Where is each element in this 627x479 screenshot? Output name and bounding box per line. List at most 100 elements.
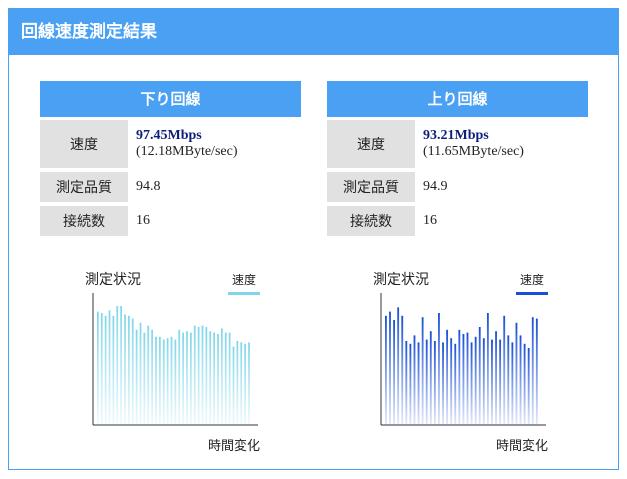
chart-bar <box>482 338 485 425</box>
chart-bar <box>108 310 111 425</box>
chart-bar <box>429 331 432 425</box>
chart-bar <box>417 342 420 425</box>
chart-bar <box>397 307 400 425</box>
chart-bar <box>454 343 457 425</box>
chart-bar <box>186 331 188 425</box>
upload-stats-table: 速度 93.21Mbps (11.65MByte/sec) 測定品質 94.9 … <box>327 116 588 240</box>
chart-bar <box>409 343 412 425</box>
chart-bar <box>170 336 173 425</box>
chart-bar <box>228 332 231 425</box>
chart-bar <box>120 306 122 425</box>
chart-bar <box>244 343 246 425</box>
download-stats-table: 速度 97.45Mbps (12.18MByte/sec) 測定品質 94.8 … <box>40 116 301 240</box>
speed-mbyte: (12.18MByte/sec) <box>136 144 238 159</box>
chart-bar <box>511 342 514 425</box>
quality-label: 測定品質 <box>327 172 415 202</box>
upload-bar-plot <box>380 293 546 426</box>
connections-value: 16 <box>136 213 150 228</box>
table-row: 速度 93.21Mbps (11.65MByte/sec) <box>327 120 588 168</box>
quality-label: 測定品質 <box>40 172 128 202</box>
table-row: 測定品質 94.8 <box>40 172 301 202</box>
result-panel: 回線速度測定結果 下り回線 速度 97.45Mbps (12.18MByte/s… <box>8 8 619 470</box>
connections-value: 16 <box>423 213 437 228</box>
chart-bar <box>213 332 215 425</box>
legend-label: 速度 <box>519 273 544 287</box>
chart-bar <box>162 339 165 425</box>
chart-bar <box>470 342 473 425</box>
download-section: 下り回線 速度 97.45Mbps (12.18MByte/sec) 測定品質 … <box>40 81 301 240</box>
chart-bar <box>486 313 489 425</box>
chart-bar <box>100 313 103 425</box>
chart-bar <box>495 331 497 425</box>
chart-bar <box>446 329 449 425</box>
chart-bar <box>240 342 243 425</box>
chart-legend: 速度 <box>516 271 548 295</box>
chart-bar <box>151 329 153 425</box>
chart-bar <box>478 327 481 425</box>
chart-bar <box>112 315 115 425</box>
chart-bar <box>248 342 250 425</box>
chart-bar <box>104 315 107 425</box>
table-row: 接続数 16 <box>327 206 588 236</box>
chart-bar <box>201 325 204 425</box>
chart-bar <box>97 311 99 425</box>
chart-bar <box>139 322 142 425</box>
chart-bar <box>405 341 408 425</box>
chart-bar <box>413 335 416 425</box>
chart-bar <box>523 343 526 425</box>
speed-mbyte: (11.65MByte/sec) <box>423 144 524 159</box>
chart-bar <box>221 328 223 425</box>
chart-bar <box>503 315 506 425</box>
speed-mbps: 93.21Mbps <box>423 128 489 143</box>
chart-bar <box>224 332 227 425</box>
x-axis-label: 時間変化 <box>495 439 548 454</box>
chart-bar <box>128 315 130 425</box>
quality-value: 94.9 <box>423 179 448 194</box>
chart-bar <box>462 334 465 425</box>
chart-bar <box>519 335 522 425</box>
chart-bar <box>491 339 493 425</box>
chart-bar <box>535 318 538 425</box>
table-row: 接続数 16 <box>40 206 301 236</box>
chart-bar <box>450 338 453 425</box>
chart-bar <box>166 338 169 425</box>
chart-bar <box>143 332 146 425</box>
chart-bar <box>205 327 208 425</box>
table-row: 測定品質 94.9 <box>327 172 588 202</box>
speed-label: 速度 <box>40 120 128 168</box>
speed-mbps: 97.45Mbps <box>136 128 202 143</box>
download-title: 下り回線 <box>40 81 301 117</box>
speed-label: 速度 <box>327 120 415 168</box>
chart-bar <box>515 322 518 425</box>
upload-chart: 測定状況 速度 時間変化 <box>373 269 548 459</box>
speed-value: 93.21Mbps (11.65MByte/sec) <box>415 120 588 168</box>
chart-bar <box>385 315 387 425</box>
x-axis-label: 時間変化 <box>207 439 260 454</box>
download-chart: 測定状況 速度 時間変化 <box>85 269 260 459</box>
chart-bar <box>401 315 404 425</box>
download-bar-plot <box>92 293 258 426</box>
chart-bar <box>474 336 477 425</box>
chart-bar <box>116 306 119 425</box>
chart-bar <box>527 348 530 425</box>
chart-bar <box>421 317 424 425</box>
connections-label: 接続数 <box>40 206 128 236</box>
chart-bar <box>438 313 440 425</box>
quality-value: 94.8 <box>136 179 161 194</box>
chart-bar <box>433 341 436 425</box>
chart-bar <box>190 332 192 425</box>
legend-label: 速度 <box>231 273 256 287</box>
chart-bar <box>178 329 181 425</box>
chart-bar <box>466 332 469 425</box>
chart-bar <box>124 314 126 425</box>
chart-legend: 速度 <box>228 271 260 295</box>
connections-label: 接続数 <box>327 206 415 236</box>
chart-bar <box>193 325 196 425</box>
chart-bar <box>209 331 212 425</box>
table-row: 速度 97.45Mbps (12.18MByte/sec) <box>40 120 301 168</box>
chart-bar <box>147 325 150 425</box>
chart-bar <box>197 327 200 425</box>
chart-bar <box>442 342 444 425</box>
chart-bar <box>174 339 177 425</box>
page-title: 回線速度測定結果 <box>9 9 618 55</box>
